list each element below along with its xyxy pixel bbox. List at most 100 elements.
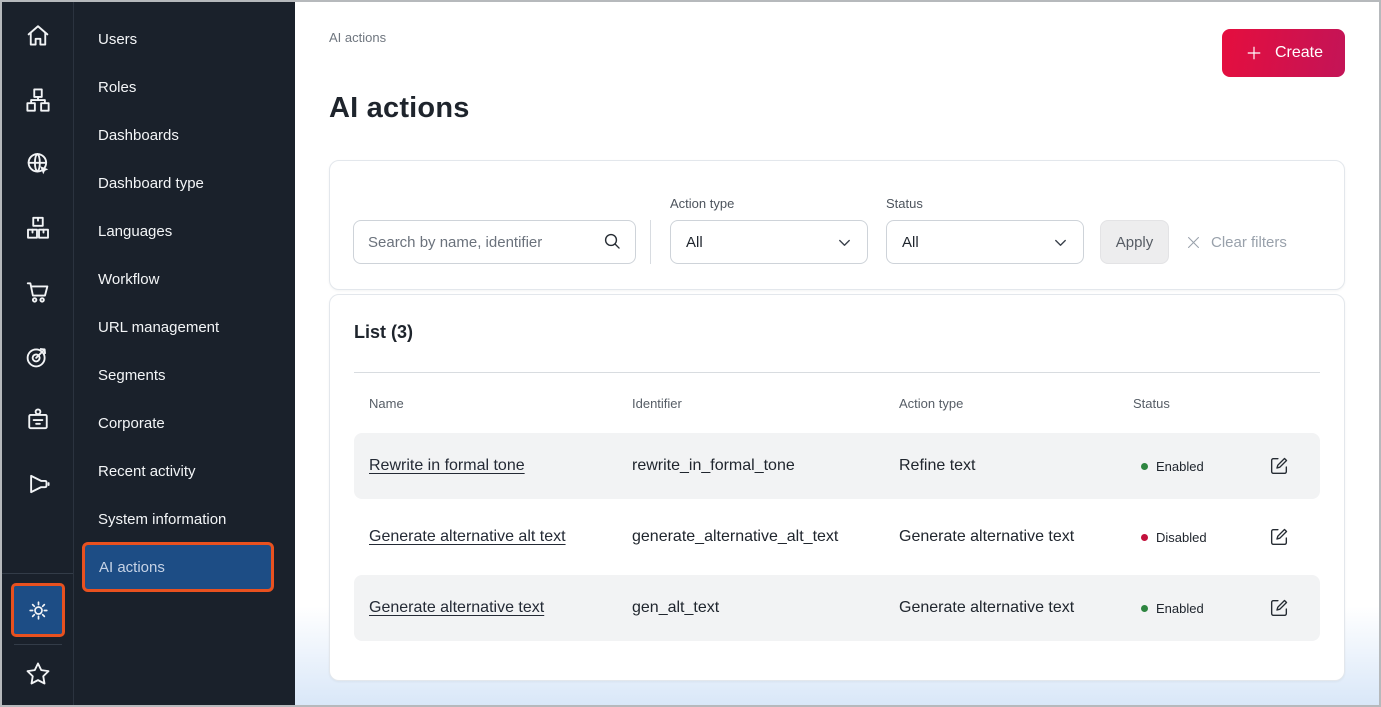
nav-products[interactable] xyxy=(2,196,73,260)
status-field: Status All xyxy=(886,196,1084,264)
sidebar-item-label: Recent activity xyxy=(98,463,196,480)
nav-profiles[interactable] xyxy=(2,388,73,452)
sidebar-item-label: Roles xyxy=(98,79,136,96)
sidebar-item-label: URL management xyxy=(98,319,219,336)
filter-divider xyxy=(650,220,651,264)
chevron-down-icon xyxy=(1051,233,1070,252)
edit-icon xyxy=(1268,526,1290,548)
gear-icon xyxy=(25,597,52,624)
megaphone-icon xyxy=(23,469,53,499)
sidebar-item-label: Workflow xyxy=(98,271,159,288)
sidebar-item-dashboards[interactable]: Dashboards xyxy=(74,111,295,159)
column-header-name: Name xyxy=(354,396,632,411)
sitemap-icon xyxy=(23,85,53,115)
column-header-identifier: Identifier xyxy=(632,396,899,411)
search-icon[interactable] xyxy=(602,231,623,252)
nav-announcements[interactable] xyxy=(2,452,73,516)
status-select[interactable]: All xyxy=(886,220,1084,264)
nav-goals[interactable] xyxy=(2,324,73,388)
row-name-link[interactable]: Rewrite in formal tone xyxy=(369,457,525,474)
edit-button[interactable] xyxy=(1268,526,1290,548)
page-title: AI actions xyxy=(329,92,1345,125)
status-dot xyxy=(1141,605,1148,612)
status-text: Enabled xyxy=(1156,601,1204,616)
clear-filters-label: Clear filters xyxy=(1211,234,1287,251)
sidebar-item-roles[interactable]: Roles xyxy=(74,63,295,111)
nav-settings-active[interactable] xyxy=(11,583,65,637)
star-icon xyxy=(23,659,53,689)
action-type-field: Action type All xyxy=(670,196,868,264)
row-action-type: Generate alternative text xyxy=(899,599,1133,617)
sidebar-item-label: Corporate xyxy=(98,415,165,432)
action-type-value: All xyxy=(686,234,703,251)
sidebar-item-label: AI actions xyxy=(99,559,165,576)
settings-menu: Users Roles Dashboards Dashboard type La… xyxy=(74,2,295,705)
column-header-action-type: Action type xyxy=(899,396,1133,411)
sidebar-item-languages[interactable]: Languages xyxy=(74,207,295,255)
row-identifier: rewrite_in_formal_tone xyxy=(632,457,899,475)
sidebar-item-workflow[interactable]: Workflow xyxy=(74,255,295,303)
sidebar-item-dashboard-type[interactable]: Dashboard type xyxy=(74,159,295,207)
status-label: Status xyxy=(886,196,1084,211)
edit-button[interactable] xyxy=(1268,597,1290,619)
close-icon xyxy=(1185,234,1202,251)
nav-favorites[interactable] xyxy=(2,650,73,698)
table-header: Name Identifier Action type Status xyxy=(354,373,1320,433)
action-type-label: Action type xyxy=(670,196,868,211)
status-text: Enabled xyxy=(1156,459,1204,474)
row-name-link[interactable]: Generate alternative alt text xyxy=(369,528,566,545)
icon-rail xyxy=(2,2,74,705)
sidebar-item-label: Dashboard type xyxy=(98,175,204,192)
table-row: Generate alternative text gen_alt_text G… xyxy=(354,575,1320,641)
table-row: Generate alternative alt text generate_a… xyxy=(354,504,1320,570)
status-dot xyxy=(1141,463,1148,470)
sidebar-item-label: Dashboards xyxy=(98,127,179,144)
status-badge: Disabled xyxy=(1133,530,1254,545)
sidebar-item-system-information[interactable]: System information xyxy=(74,495,295,543)
status-value: All xyxy=(902,234,919,251)
action-type-select[interactable]: All xyxy=(670,220,868,264)
edit-button[interactable] xyxy=(1268,455,1290,477)
nav-home[interactable] xyxy=(2,4,73,68)
row-action-type: Refine text xyxy=(899,457,1133,475)
sidebar-item-users[interactable]: Users xyxy=(74,15,295,63)
row-identifier: generate_alternative_alt_text xyxy=(632,528,899,546)
apply-button[interactable]: Apply xyxy=(1100,220,1169,264)
edit-icon xyxy=(1268,597,1290,619)
create-button[interactable]: Create xyxy=(1222,29,1345,77)
status-dot xyxy=(1141,534,1148,541)
edit-icon xyxy=(1268,455,1290,477)
list-card: List (3) Name Identifier Action type Sta… xyxy=(329,294,1345,681)
list-title: List (3) xyxy=(354,322,1320,343)
column-header-status: Status xyxy=(1133,396,1254,411)
sidebar-item-label: System information xyxy=(98,511,226,528)
create-button-label: Create xyxy=(1275,44,1323,62)
status-badge: Enabled xyxy=(1133,459,1254,474)
packages-icon xyxy=(23,213,53,243)
sidebar-item-segments[interactable]: Segments xyxy=(74,351,295,399)
row-action-type: Generate alternative text xyxy=(899,528,1133,546)
rail-divider-top xyxy=(2,573,73,574)
table-row: Rewrite in formal tone rewrite_in_formal… xyxy=(354,433,1320,499)
sidebar-item-ai-actions-active[interactable]: AI actions xyxy=(82,542,274,592)
globe-pointer-icon xyxy=(23,149,53,179)
search-input[interactable] xyxy=(353,220,636,264)
sidebar-item-label: Languages xyxy=(98,223,172,240)
nav-commerce[interactable] xyxy=(2,260,73,324)
status-text: Disabled xyxy=(1156,530,1207,545)
plus-icon xyxy=(1244,43,1264,63)
id-badge-icon xyxy=(23,405,53,435)
sidebar-item-recent-activity[interactable]: Recent activity xyxy=(74,447,295,495)
chevron-down-icon xyxy=(835,233,854,252)
nav-structure[interactable] xyxy=(2,68,73,132)
search-box xyxy=(353,220,636,264)
filter-card: Action type All Status All Apply Clear f… xyxy=(329,160,1345,290)
row-name-link[interactable]: Generate alternative text xyxy=(369,599,544,616)
main-content: AI actions Create AI actions Action type… xyxy=(295,2,1379,705)
sidebar-item-url-management[interactable]: URL management xyxy=(74,303,295,351)
sidebar-item-corporate[interactable]: Corporate xyxy=(74,399,295,447)
clear-filters-button[interactable]: Clear filters xyxy=(1185,220,1287,264)
breadcrumb[interactable]: AI actions xyxy=(329,2,1345,45)
nav-web[interactable] xyxy=(2,132,73,196)
rail-divider-bottom xyxy=(14,644,62,645)
